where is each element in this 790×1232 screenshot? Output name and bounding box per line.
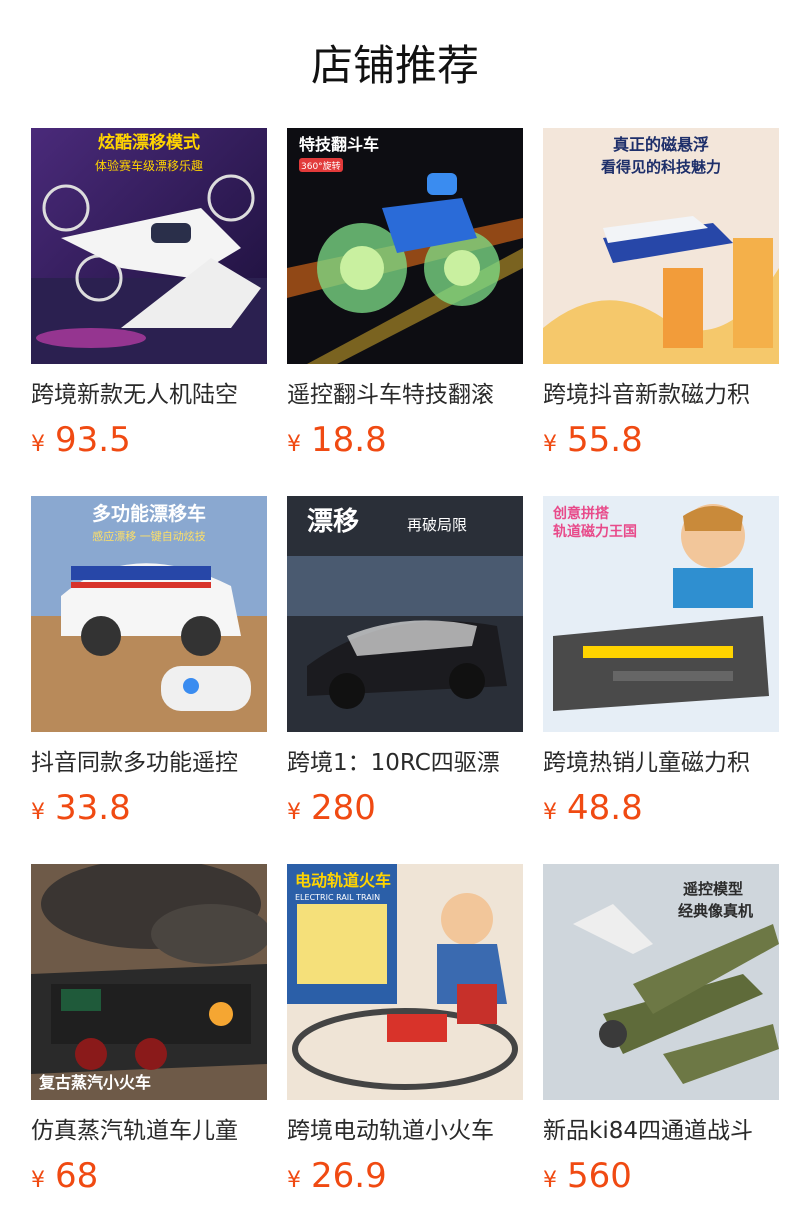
price-value: 48.8 — [567, 788, 643, 828]
product-card[interactable]: 特技翻斗车 360°旋转 遥控翻斗车特技翻滚 ¥18.8 — [287, 128, 523, 468]
warplane-image[interactable]: 遥控模型 经典像真机 — [543, 864, 779, 1100]
product-name[interactable]: 新品ki84四通道战斗 — [543, 1114, 779, 1148]
product-card[interactable]: 多功能漂移车 感应漂移 一键自动炫技 抖音同款多功能遥控 ¥33.8 — [31, 496, 267, 836]
currency-symbol: ¥ — [31, 432, 45, 457]
svg-text:轨道磁力王国: 轨道磁力王国 — [553, 523, 637, 540]
svg-text:创意拼搭: 创意拼搭 — [552, 505, 610, 522]
rc-race-car-image[interactable]: 漂移 再破局限 — [287, 496, 523, 732]
svg-text:感应漂移 一键自动炫技: 感应漂移 一键自动炫技 — [92, 529, 206, 543]
product-card[interactable]: 漂移 再破局限 跨境1：10RC四驱漂 ¥280 — [287, 496, 523, 836]
drift-car-image[interactable]: 多功能漂移车 感应漂移 一键自动炫技 — [31, 496, 267, 732]
currency-symbol: ¥ — [543, 432, 557, 457]
product-card[interactable]: 创意拼搭 轨道磁力王国 跨境热销儿童磁力积 ¥48.8 — [543, 496, 779, 836]
stunt-car-image[interactable]: 特技翻斗车 360°旋转 — [287, 128, 523, 364]
svg-text:炫酷漂移模式: 炫酷漂移模式 — [98, 132, 200, 153]
currency-symbol: ¥ — [287, 1168, 301, 1193]
product-price: ¥26.9 — [287, 1156, 523, 1196]
svg-text:多功能漂移车: 多功能漂移车 — [92, 502, 206, 525]
product-name[interactable]: 跨境新款无人机陆空 — [31, 378, 267, 412]
svg-text:特技翻斗车: 特技翻斗车 — [299, 135, 379, 154]
price-value: 560 — [567, 1156, 632, 1196]
currency-symbol: ¥ — [31, 800, 45, 825]
product-price: ¥55.8 — [543, 420, 779, 460]
product-card[interactable]: 遥控模型 经典像真机 新品ki84四通道战斗 ¥560 — [543, 864, 779, 1204]
product-price: ¥93.5 — [31, 420, 267, 460]
svg-text:电动轨道火车: 电动轨道火车 — [295, 871, 391, 890]
currency-symbol: ¥ — [543, 800, 557, 825]
currency-symbol: ¥ — [287, 432, 301, 457]
page-title: 店铺推荐 — [310, 41, 479, 90]
price-value: 280 — [311, 788, 376, 828]
shop-recommend-page: 店铺推荐 炫酷漂移模式 体验赛车级漂移乐趣 跨境新款无人机陆空 ¥ 93.5 特… — [0, 0, 790, 1232]
price-value: 18.8 — [311, 420, 387, 460]
product-card[interactable]: 电动轨道火车 ELECTRIC RAIL TRAIN 跨境电动轨道小火车 ¥26… — [287, 864, 523, 1204]
price-value: 33.8 — [55, 788, 131, 828]
price-value: 68 — [55, 1156, 99, 1196]
product-card[interactable]: 炫酷漂移模式 体验赛车级漂移乐趣 跨境新款无人机陆空 ¥93.5 — [31, 128, 267, 468]
svg-text:体验赛车级漂移乐趣: 体验赛车级漂移乐趣 — [95, 158, 203, 173]
svg-text:复古蒸汽小火车: 复古蒸汽小火车 — [38, 1073, 151, 1092]
product-name[interactable]: 仿真蒸汽轨道车儿童 — [31, 1114, 267, 1148]
product-price: ¥33.8 — [31, 788, 267, 828]
svg-text:真正的磁悬浮: 真正的磁悬浮 — [613, 135, 709, 154]
currency-symbol: ¥ — [287, 800, 301, 825]
svg-text:经典像真机: 经典像真机 — [678, 902, 753, 920]
steam-train-image[interactable]: 复古蒸汽小火车 — [31, 864, 267, 1100]
currency-symbol: ¥ — [31, 1168, 45, 1193]
product-price: ¥560 — [543, 1156, 779, 1196]
product-price: ¥280 — [287, 788, 523, 828]
magnetic-track-image[interactable]: 创意拼搭 轨道磁力王国 — [543, 496, 779, 732]
svg-text:360°旋转: 360°旋转 — [301, 160, 341, 172]
drone-car-image[interactable]: 炫酷漂移模式 体验赛车级漂移乐趣 — [31, 128, 267, 364]
product-name[interactable]: 抖音同款多功能遥控 — [31, 746, 267, 780]
price-value: 93.5 — [55, 420, 131, 460]
electric-train-image[interactable]: 电动轨道火车 ELECTRIC RAIL TRAIN — [287, 864, 523, 1100]
product-name[interactable]: 遥控翻斗车特技翻滚 — [287, 378, 523, 412]
product-name[interactable]: 跨境热销儿童磁力积 — [543, 746, 779, 780]
product-card[interactable]: 复古蒸汽小火车 仿真蒸汽轨道车儿童 ¥68 — [31, 864, 267, 1204]
product-card[interactable]: 真正的磁悬浮 看得见的科技魅力 跨境抖音新款磁力积 ¥55.8 — [543, 128, 779, 468]
svg-text:漂移: 漂移 — [307, 507, 359, 537]
currency-symbol: ¥ — [543, 1168, 557, 1193]
price-value: 55.8 — [567, 420, 643, 460]
svg-text:再破局限: 再破局限 — [407, 516, 467, 534]
price-value: 26.9 — [311, 1156, 387, 1196]
product-name[interactable]: 跨境抖音新款磁力积 — [543, 378, 779, 412]
product-name[interactable]: 跨境1：10RC四驱漂 — [287, 746, 523, 780]
product-price: ¥48.8 — [543, 788, 779, 828]
product-name[interactable]: 跨境电动轨道小火车 — [287, 1114, 523, 1148]
svg-text:ELECTRIC RAIL TRAIN: ELECTRIC RAIL TRAIN — [295, 893, 380, 902]
product-price: ¥68 — [31, 1156, 267, 1196]
svg-text:遥控模型: 遥控模型 — [683, 880, 743, 898]
svg-text:看得见的科技魅力: 看得见的科技魅力 — [601, 158, 721, 176]
maglev-train-image[interactable]: 真正的磁悬浮 看得见的科技魅力 — [543, 128, 779, 364]
product-price: ¥18.8 — [287, 420, 523, 460]
